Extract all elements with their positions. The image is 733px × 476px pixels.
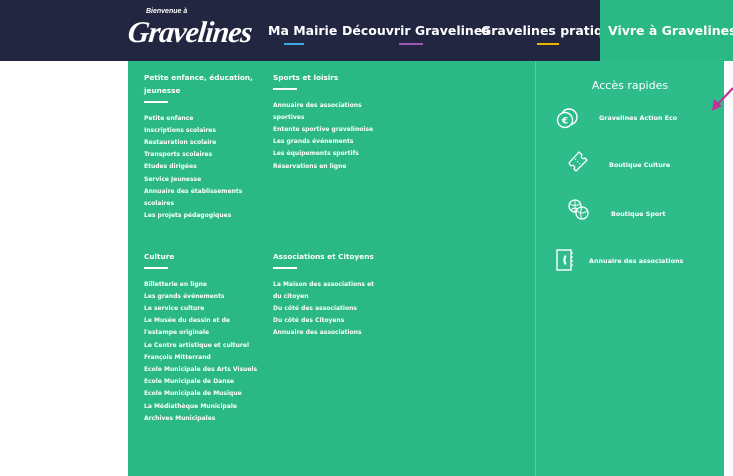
menu-heading[interactable]: Sports et loisirs	[273, 71, 381, 84]
menu-link[interactable]: Etudes dirigées	[144, 161, 262, 173]
menu-link[interactable]: Inscriptions scolaires	[144, 125, 262, 137]
heading-rule	[273, 267, 297, 269]
menu-link[interactable]: Les équipements sportifs	[273, 148, 381, 160]
site-logo[interactable]: Bienvenue à Gravelines	[126, 6, 258, 56]
nav-underline	[284, 43, 304, 45]
menu-link[interactable]: Ecole Municipale de Danse	[144, 376, 262, 388]
ticket-icon	[568, 151, 588, 172]
menu-link[interactable]: Les projets pédagogiques	[144, 210, 262, 222]
menu-link[interactable]: La Médiathèque Municipale	[144, 401, 262, 413]
quick-link-annuaire[interactable]: Annuaire des associations	[589, 257, 683, 265]
logo-tagline: Bienvenue à	[146, 8, 188, 15]
menu-link[interactable]: Annuaire des établissements scolaires	[144, 186, 262, 210]
pointer-arrow-icon	[712, 87, 733, 111]
menu-link[interactable]: Annuaire des associations sportives	[273, 100, 381, 124]
menu-link[interactable]: Archives Municipales	[144, 413, 262, 425]
menu-link[interactable]: Le Centre artistique et culturel Françoi…	[144, 340, 262, 364]
page-margin-right	[724, 61, 733, 476]
nav-label: Découvrir Gravelines	[342, 23, 490, 38]
menu-link[interactable]: Le Musée du dessin et de l'estampe origi…	[144, 315, 262, 339]
menu-link[interactable]: Petite enfance	[144, 113, 262, 125]
euro-coin-icon: €	[556, 108, 578, 129]
menu-heading[interactable]: Petite enfance, éducation, jeunesse	[144, 71, 262, 97]
svg-text:€: €	[561, 117, 568, 127]
menu-link[interactable]: Du côté des associations	[273, 303, 381, 315]
logo-wordmark: Gravelines	[126, 16, 254, 49]
nav-ma-mairie[interactable]: Ma Mairie	[268, 0, 337, 61]
page: Bienvenue à Gravelines Ma Mairie Découvr…	[0, 0, 733, 476]
menu-column-culture: Culture Billetterie en ligne Les grands é…	[144, 250, 262, 425]
quick-access-title: Accès rapides	[591, 79, 669, 92]
sport-balls-icon	[568, 199, 589, 220]
menu-link[interactable]: Réservations en ligne	[273, 161, 381, 173]
menu-link[interactable]: Entente sportive gravelinoise	[273, 124, 381, 136]
menu-link[interactable]: Le service culture	[144, 303, 262, 315]
nav-underline	[537, 43, 559, 45]
menu-heading[interactable]: Culture	[144, 250, 262, 263]
nav-label: Vivre à Gravelines	[608, 23, 733, 38]
menu-link[interactable]: Ecole Municipale de Musique	[144, 388, 262, 400]
page-margin-left	[0, 61, 128, 476]
quick-link-action-eco[interactable]: Gravelines Action Eco	[599, 114, 677, 122]
nav-decouvrir-gravelines[interactable]: Découvrir Gravelines	[342, 0, 490, 61]
menu-link[interactable]: Transports scolaires	[144, 149, 262, 161]
menu-column-associations: Associations et Citoyens La Maison des a…	[273, 250, 381, 340]
heading-rule	[273, 88, 297, 90]
heading-rule	[144, 101, 168, 103]
top-navigation-bar: Bienvenue à Gravelines Ma Mairie Découvr…	[0, 0, 733, 61]
menu-heading[interactable]: Associations et Citoyens	[273, 250, 381, 263]
nav-underline	[399, 43, 423, 45]
panel-divider	[535, 61, 536, 476]
menu-column-education: Petite enfance, éducation, jeunesse Peti…	[144, 71, 262, 222]
menu-link[interactable]: La Maison des associations et du citoyen	[273, 279, 381, 303]
menu-link[interactable]: Du côté des Citoyens	[273, 315, 381, 327]
menu-link[interactable]: Les grands événements	[273, 136, 381, 148]
phone-book-icon	[556, 249, 573, 271]
menu-link[interactable]: Billetterie en ligne	[144, 279, 262, 291]
menu-link[interactable]: Les grands événements	[144, 291, 262, 303]
nav-label: Ma Mairie	[268, 23, 338, 38]
nav-vivre-a-gravelines[interactable]: Vivre à Gravelines	[600, 0, 733, 61]
quick-link-boutique-sport[interactable]: Boutique Sport	[611, 210, 666, 218]
menu-link[interactable]: Ecole Municipale des Arts Visuels	[144, 364, 262, 376]
heading-rule	[144, 267, 168, 269]
menu-column-sports: Sports et loisirs Annuaire des associati…	[273, 71, 381, 173]
menu-link[interactable]: Service Jeunesse	[144, 174, 262, 186]
menu-link[interactable]: Annuaire des associations	[273, 327, 381, 339]
menu-link[interactable]: Restauration scolaire	[144, 137, 262, 149]
quick-link-boutique-culture[interactable]: Boutique Culture	[609, 161, 670, 169]
